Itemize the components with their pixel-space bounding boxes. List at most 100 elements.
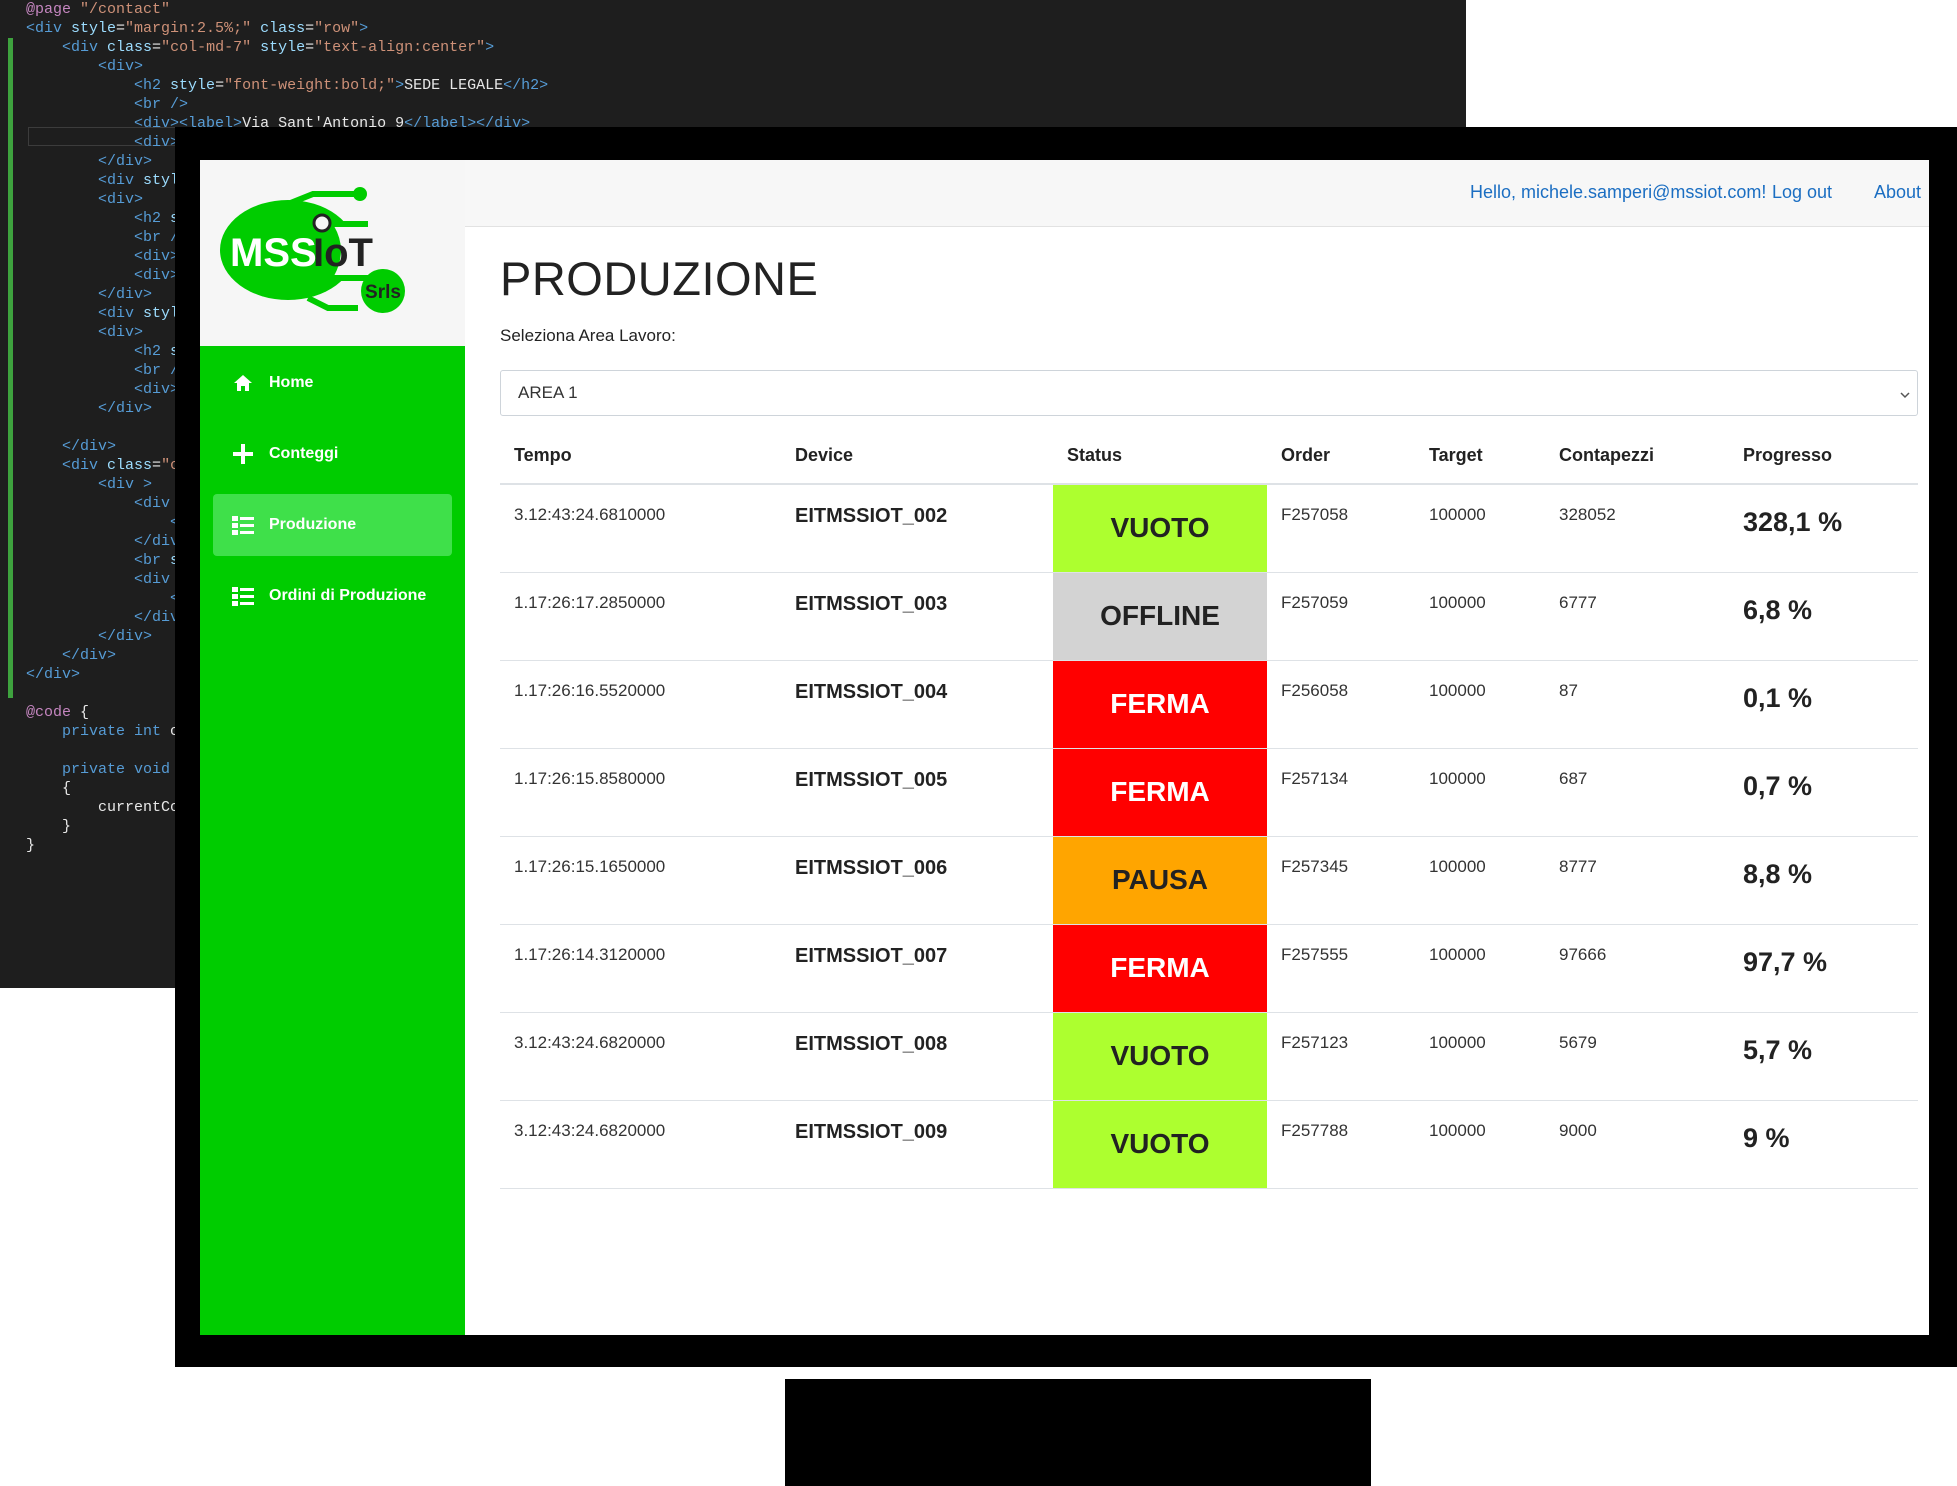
- code-token: </div>: [98, 628, 153, 645]
- cell-progresso: 0,1 %: [1729, 660, 1918, 749]
- code-line: @page "/contact": [0, 0, 548, 19]
- table-header-row: Tempo Device Status Order Target Contape…: [500, 428, 1918, 485]
- code-line: <br />: [0, 95, 548, 114]
- code-token: private void: [62, 761, 180, 778]
- sidebar-item-home[interactable]: Home: [213, 352, 452, 414]
- column-header-progresso: Progresso: [1729, 428, 1918, 485]
- app-window: Srls MSS IoT Home Conteggi Produzione Or…: [200, 160, 1929, 1335]
- code-token: <div: [62, 39, 108, 56]
- table-row: 1.17:26:16.5520000 EITMSSIOT_004 FERMA F256…: [500, 660, 1918, 749]
- cell-contapezzi: 9000: [1545, 1100, 1729, 1189]
- sidebar-item-label: Ordini di Produzione: [269, 587, 427, 604]
- code-token: =: [305, 20, 315, 37]
- code-token: <div: [98, 172, 144, 189]
- cell-order: F256058: [1267, 660, 1415, 749]
- code-token: <div: [98, 305, 144, 322]
- sidebar-item-label: Conteggi: [269, 445, 339, 462]
- table-row: 1.17:26:17.2850000 EITMSSIOT_003 OFFLINE F2…: [500, 572, 1918, 661]
- status-badge: FERMA: [1053, 660, 1267, 749]
- cell-order: F257059: [1267, 572, 1415, 661]
- cell-device: EITMSSIOT_009: [781, 1100, 1053, 1189]
- code-token: <div: [62, 457, 108, 474]
- code-token: <div>: [98, 324, 144, 341]
- cell-progresso: 328,1 %: [1729, 484, 1918, 573]
- code-token: class: [107, 39, 153, 56]
- code-line: <h2 style="font-weight:bold;">SEDE LEGAL…: [0, 76, 548, 95]
- about-link[interactable]: About: [1874, 182, 1921, 203]
- code-line: <div>: [0, 57, 548, 76]
- table-row: 3.12:43:24.6820000 EITMSSIOT_009 VUOTO F257…: [500, 1100, 1918, 1189]
- cell-tempo: 1.17:26:15.1650000: [500, 836, 781, 925]
- cell-contapezzi: 687: [1545, 748, 1729, 837]
- cell-progresso: 97,7 %: [1729, 924, 1918, 1013]
- monitor-stand: [785, 1379, 1371, 1486]
- cell-tempo: 1.17:26:15.8580000: [500, 748, 781, 837]
- cell-progresso: 9 %: [1729, 1100, 1918, 1189]
- cell-target: 100000: [1415, 484, 1545, 573]
- column-header-contapezzi: Contapezzi: [1545, 428, 1729, 485]
- chevron-down-icon: [1899, 386, 1911, 406]
- logo-main: MSS: [230, 231, 317, 275]
- code-token: </div>: [98, 286, 153, 303]
- brand-area: Srls MSS IoT: [200, 160, 465, 346]
- logo-iot: IoT: [313, 231, 373, 275]
- column-header-status: Status: [1053, 428, 1267, 485]
- main-content: PRODUZIONE Seleziona Area Lavoro: AREA 1…: [500, 226, 1919, 1335]
- code-token: private int: [62, 723, 171, 740]
- column-header-target: Target: [1415, 428, 1545, 485]
- cell-contapezzi: 6777: [1545, 572, 1729, 661]
- column-header-tempo: Tempo: [500, 428, 781, 485]
- code-token: <div>: [134, 267, 180, 284]
- column-header-order: Order: [1267, 428, 1415, 485]
- user-greeting-link[interactable]: Hello, michele.samperi@mssiot.com!: [1470, 182, 1766, 203]
- code-token: }: [26, 837, 36, 854]
- cell-tempo: 3.12:43:24.6820000: [500, 1012, 781, 1101]
- code-token: <div>: [98, 191, 144, 208]
- code-token: <div: [134, 571, 180, 588]
- production-table: Tempo Device Status Order Target Contape…: [500, 428, 1918, 1189]
- code-token: <div: [26, 20, 72, 37]
- table-row: 1.17:26:15.1650000 EITMSSIOT_006 PAUSA F257…: [500, 836, 1918, 925]
- mssiot-logo[interactable]: Srls MSS IoT: [218, 186, 418, 314]
- code-token: =: [152, 457, 162, 474]
- logout-link[interactable]: Log out: [1772, 182, 1832, 203]
- code-token: styl: [143, 172, 180, 189]
- cell-tempo: 3.12:43:24.6810000: [500, 484, 781, 573]
- code-token: <div>: [134, 248, 180, 265]
- table-row: 3.12:43:24.6810000 EITMSSIOT_002 VUOTO F257…: [500, 484, 1918, 573]
- logo-suffix: Srls: [365, 282, 401, 303]
- sidebar-item-ordini[interactable]: Ordini di Produzione: [213, 565, 452, 627]
- area-select-label: Seleziona Area Lavoro:: [500, 326, 676, 345]
- status-badge: PAUSA: [1053, 836, 1267, 925]
- area-select[interactable]: AREA 1: [500, 370, 1918, 416]
- area-select-value: AREA 1: [518, 383, 578, 402]
- cell-target: 100000: [1415, 836, 1545, 925]
- code-token: <div>: [134, 381, 180, 398]
- cell-device: EITMSSIOT_004: [781, 660, 1053, 749]
- cell-tempo: 3.12:43:24.6820000: [500, 1100, 781, 1189]
- sidebar-item-conteggi[interactable]: Conteggi: [213, 423, 452, 485]
- sidebar-nav: Home Conteggi Produzione Ordini di Produ…: [200, 346, 465, 636]
- sidebar-item-produzione[interactable]: Produzione: [213, 494, 452, 556]
- code-token: </div: [134, 533, 180, 550]
- top-bar: Hello, michele.samperi@mssiot.com! Log o…: [465, 160, 1929, 227]
- status-badge: FERMA: [1053, 924, 1267, 1013]
- code-token: =: [215, 77, 225, 94]
